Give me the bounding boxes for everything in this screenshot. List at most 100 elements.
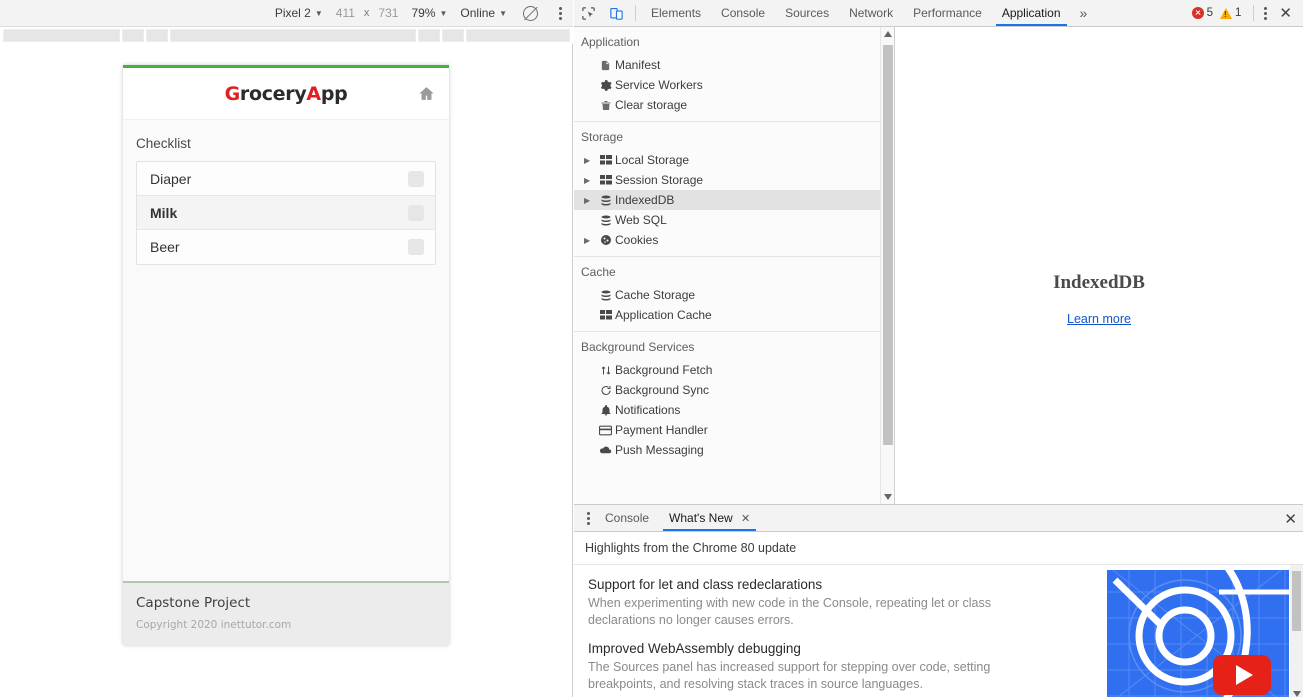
sidebar-group-cache: Cache	[574, 257, 894, 285]
logo-text-pp: pp	[321, 83, 348, 105]
sidebar-item-web-sql[interactable]: ▶ Web SQL	[574, 210, 894, 230]
sidebar-item-application-cache[interactable]: ▶ Application Cache	[574, 305, 894, 325]
sidebar-item-notifications[interactable]: ▶ Notifications	[574, 400, 894, 420]
checkbox-icon[interactable]	[408, 239, 424, 255]
home-icon[interactable]	[418, 85, 435, 102]
tab-elements[interactable]: Elements	[641, 0, 711, 26]
devtools-settings-menu-icon[interactable]	[1259, 7, 1272, 20]
expand-triangle-icon[interactable]: ▶	[584, 236, 596, 245]
learn-more-link[interactable]: Learn more	[895, 312, 1303, 326]
database-icon	[596, 214, 615, 227]
sidebar-item-label: Payment Handler	[615, 423, 708, 437]
sidebar-group-storage: Storage	[574, 122, 894, 150]
sidebar-item-label: Session Storage	[615, 173, 703, 187]
whats-new-item-heading[interactable]: Improved WebAssembly debugging	[588, 641, 1018, 656]
trash-icon	[596, 99, 615, 112]
device-toolbar-icon[interactable]	[602, 0, 630, 26]
viewport-height-input[interactable]: 731	[378, 6, 398, 20]
page-title: IndexedDB	[895, 272, 1303, 294]
sidebar-item-push-messaging[interactable]: ▶ Push Messaging	[574, 440, 894, 460]
drawer-tab-whats-new[interactable]: What's New ✕	[659, 505, 760, 531]
devtools-window: Elements Console Sources Network Perform…	[574, 0, 1303, 697]
list-item[interactable]: Milk	[137, 196, 435, 230]
app-header: GroceryApp	[123, 68, 449, 120]
no-throttling-icon[interactable]	[523, 6, 538, 21]
more-tabs-icon[interactable]: »	[1071, 5, 1097, 21]
database-icon	[596, 289, 615, 302]
scroll-down-arrow-icon[interactable]	[881, 490, 895, 504]
drawer-close-icon[interactable]: ✕	[1284, 510, 1297, 528]
tab-performance[interactable]: Performance	[903, 0, 992, 26]
ruler-segment	[442, 29, 464, 42]
tab-console[interactable]: Console	[711, 0, 775, 26]
logo-letter-a: A	[306, 83, 320, 105]
sidebar-item-background-fetch[interactable]: ▶ Background Fetch	[574, 360, 894, 380]
sidebar-scrollbar[interactable]	[880, 27, 894, 504]
sidebar-item-cache-storage[interactable]: ▶ Cache Storage	[574, 285, 894, 305]
up-down-arrows-icon	[596, 364, 615, 377]
tab-application[interactable]: Application	[992, 0, 1071, 26]
whats-new-scrollbar[interactable]	[1290, 565, 1303, 697]
chevron-down-icon: ▼	[439, 9, 447, 18]
checkbox-icon[interactable]	[408, 205, 424, 221]
whats-new-item-body: When experimenting with new code in the …	[588, 595, 1018, 628]
expand-triangle-icon: ▶	[584, 291, 596, 300]
device-canvas: GroceryApp Checklist Diaper Milk	[0, 44, 572, 697]
document-icon	[596, 59, 615, 72]
device-select[interactable]: Pixel 2 ▼	[275, 6, 323, 20]
sidebar-item-label: Cache Storage	[615, 288, 695, 302]
whats-new-item: Support for let and class redeclarations…	[588, 577, 1018, 628]
sidebar-item-background-sync[interactable]: ▶ Background Sync	[574, 380, 894, 400]
error-count-badge[interactable]: 5	[1192, 7, 1213, 19]
scroll-down-arrow-icon[interactable]	[1290, 690, 1303, 697]
sidebar-item-clear-storage[interactable]: ▶ Clear storage	[574, 95, 894, 115]
sidebar-item-session-storage[interactable]: ▶ Session Storage	[574, 170, 894, 190]
sidebar-item-cookies[interactable]: ▶ Cookies	[574, 230, 894, 250]
tab-sources[interactable]: Sources	[775, 0, 839, 26]
list-item[interactable]: Diaper	[137, 162, 435, 196]
scroll-up-arrow-icon[interactable]	[881, 27, 894, 41]
scrollbar-thumb[interactable]	[1292, 571, 1301, 631]
toolbar-divider	[635, 5, 636, 21]
whats-new-video-thumbnail[interactable]	[1107, 570, 1289, 697]
phone-viewport: GroceryApp Checklist Diaper Milk	[123, 65, 449, 645]
expand-triangle-icon[interactable]: ▶	[584, 196, 596, 205]
sidebar-item-manifest[interactable]: ▶ Manifest	[574, 55, 894, 75]
sidebar-group-application: Application	[574, 27, 894, 55]
tab-network[interactable]: Network	[839, 0, 903, 26]
expand-triangle-icon: ▶	[584, 446, 596, 455]
list-item-label: Milk	[150, 205, 177, 221]
sync-icon	[596, 384, 615, 397]
expand-triangle-icon[interactable]: ▶	[584, 156, 596, 165]
drawer-menu-icon[interactable]	[582, 512, 595, 525]
table-icon	[596, 175, 615, 185]
sidebar-item-indexeddb[interactable]: ▶ IndexedDB	[574, 190, 894, 210]
youtube-play-icon[interactable]	[1213, 655, 1271, 695]
viewport-width-input[interactable]: 411	[336, 6, 355, 20]
zoom-select[interactable]: 79% ▼	[411, 6, 447, 20]
list-item[interactable]: Beer	[137, 230, 435, 264]
network-throttling-select[interactable]: Online ▼	[460, 6, 507, 20]
drawer-tab-console[interactable]: Console	[595, 505, 659, 531]
whats-new-item-body: The Sources panel has increased support …	[588, 659, 1018, 692]
whats-new-item-heading[interactable]: Support for let and class redeclarations	[588, 577, 1018, 592]
close-icon[interactable]: ✕	[1272, 6, 1299, 21]
ruler-segment	[3, 29, 120, 42]
credit-card-icon	[596, 425, 615, 436]
database-icon	[596, 194, 615, 207]
inspect-element-icon[interactable]	[574, 0, 602, 26]
gear-icon	[596, 79, 615, 92]
warning-count-badge[interactable]: 1	[1220, 7, 1241, 19]
sidebar-item-service-workers[interactable]: ▶ Service Workers	[574, 75, 894, 95]
device-toolbar-menu-icon[interactable]	[554, 7, 567, 20]
scrollbar-thumb[interactable]	[883, 45, 893, 445]
network-throttling-label: Online	[460, 6, 495, 20]
sidebar-item-payment-handler[interactable]: ▶ Payment Handler	[574, 420, 894, 440]
close-icon[interactable]: ✕	[741, 513, 750, 525]
sidebar-item-label: Clear storage	[615, 98, 687, 112]
drawer-tab-label: What's New	[669, 511, 733, 525]
expand-triangle-icon[interactable]: ▶	[584, 176, 596, 185]
checkbox-icon[interactable]	[408, 171, 424, 187]
error-count-label: 5	[1207, 7, 1213, 19]
sidebar-item-local-storage[interactable]: ▶ Local Storage	[574, 150, 894, 170]
